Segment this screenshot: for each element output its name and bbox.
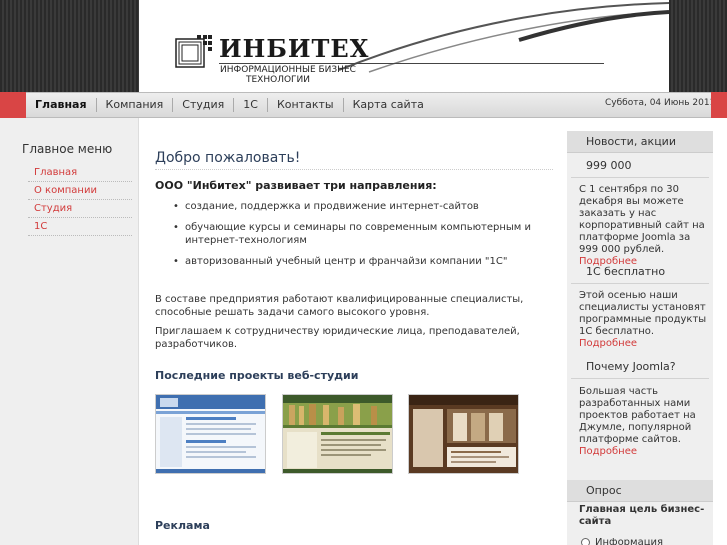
header-left-stripes: [0, 0, 139, 92]
top-nav-bar: Главная Компания Студия 1С Контакты Карт…: [0, 92, 727, 118]
top-nav-items: Главная Компания Студия 1С Контакты Карт…: [26, 93, 433, 117]
nav-item-1c[interactable]: 1С: [233, 98, 267, 112]
logo-mark-icon: [175, 35, 212, 68]
header-right-stripes: [669, 0, 727, 92]
project-screenshot-1: [156, 395, 265, 473]
project-thumbnail-3[interactable]: [408, 394, 519, 474]
site-header: ИНБИТЕХ ИНФОРМАЦИОННЫЕ БИЗНЕС ТЕХНОЛОГИИ: [0, 0, 727, 92]
project-thumbnail-2[interactable]: [282, 394, 393, 474]
project-screenshot-3: [409, 395, 518, 473]
nav-item-home[interactable]: Главная: [26, 98, 96, 112]
nav-item-contacts[interactable]: Контакты: [266, 98, 343, 112]
news-1-body: С 1 сентября по 30 декабря вы можете зак…: [579, 184, 705, 255]
divider: [571, 283, 709, 284]
main-menu-title: Главное меню: [22, 142, 113, 156]
right-sidebar: Новости, акции 999 000 С 1 сентября по 3…: [567, 131, 713, 545]
menu-item-studio[interactable]: Студия: [28, 200, 132, 218]
logo-tagline-line2: ТЕХНОЛОГИИ: [246, 75, 311, 85]
list-item: авторизованный учебный центр и франчайзи…: [173, 255, 555, 268]
logo-tagline-line1: ИНФОРМАЦИОННЫЕ БИЗНЕС: [220, 65, 356, 75]
news-3-title: Почему Joomla?: [586, 360, 676, 373]
news-3-body: Большая часть разработанных нами проекто…: [579, 386, 696, 445]
projects-heading: Последние проекты веб-студии: [155, 369, 359, 382]
logo-divider: [219, 63, 604, 64]
poll-question: Главная цель бизнес-сайта: [579, 504, 705, 527]
project-screenshot-2: [283, 395, 392, 473]
menu-item-1c[interactable]: 1С: [28, 218, 132, 236]
current-date: Суббота, 04 Июнь 2011: [605, 98, 716, 108]
lead-text: ООО "Инбитех" развивает три направления:: [155, 179, 437, 192]
site-logo[interactable]: ИНБИТЕХ ИНФОРМАЦИОННЫЕ БИЗНЕС ТЕХНОЛОГИИ: [175, 34, 604, 86]
news-3-text: Большая часть разработанных нами проекто…: [579, 386, 707, 458]
intro-paragraph: В составе предприятия работают квалифици…: [155, 294, 524, 318]
left-sidebar: Главное меню Главная О компании Студия 1…: [0, 118, 139, 545]
news-2-text: Этой осенью наши специалисты установят п…: [579, 290, 707, 350]
news-2-more-link[interactable]: Подробнее: [579, 338, 637, 349]
news-2-body: Этой осенью наши специалисты установят п…: [579, 290, 707, 337]
logo-name: ИНБИТЕХ: [219, 34, 370, 63]
nav-item-company[interactable]: Компания: [95, 98, 173, 112]
news-3-more-link[interactable]: Подробнее: [579, 446, 637, 457]
invite-paragraph: Приглашаем к сотрудничеству юридические …: [155, 326, 520, 350]
poll-box-title: Опрос: [567, 480, 713, 502]
nav-item-studio[interactable]: Студия: [172, 98, 233, 112]
project-thumbnail-1[interactable]: [155, 394, 266, 474]
news-box-title: Новости, акции: [567, 131, 713, 153]
nav-accent-right: [711, 92, 727, 118]
divider: [571, 378, 709, 379]
poll-option-label: Информация: [595, 537, 664, 545]
directions-list: создание, поддержка и продвижение интерн…: [173, 200, 555, 276]
menu-item-home[interactable]: Главная: [28, 164, 132, 182]
poll-option[interactable]: Информация: [581, 537, 663, 545]
nav-accent-left: [0, 92, 26, 118]
main-menu: Главная О компании Студия 1С: [28, 164, 132, 236]
news-1-title: 999 000: [586, 159, 632, 172]
poll-radio[interactable]: [581, 538, 590, 545]
news-2-title: 1С бесплатно: [586, 265, 666, 278]
list-item: создание, поддержка и продвижение интерн…: [173, 200, 555, 213]
ads-heading: Реклама: [155, 519, 210, 532]
news-1-text: С 1 сентября по 30 декабря вы можете зак…: [579, 184, 707, 268]
page-title: Добро пожаловать!: [155, 150, 553, 170]
list-item: обучающие курсы и семинары по современны…: [173, 221, 555, 247]
nav-item-sitemap[interactable]: Карта сайта: [342, 98, 433, 112]
menu-item-about[interactable]: О компании: [28, 182, 132, 200]
divider: [571, 177, 709, 178]
